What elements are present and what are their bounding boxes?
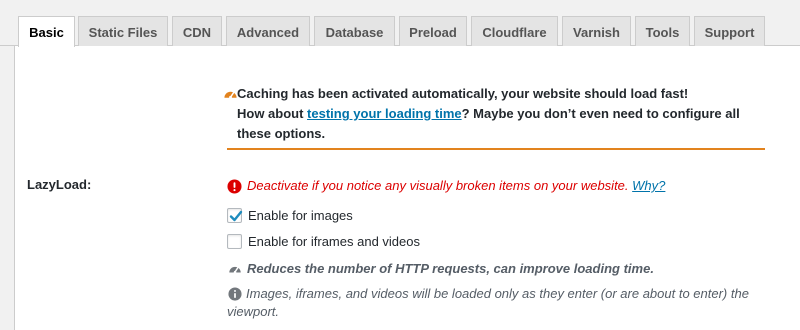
tab-label: Varnish [573, 24, 620, 40]
notice-line-3: these options. [237, 126, 326, 141]
tab-label: Static Files [88, 24, 158, 40]
notice-line-2-suffix: ? Maybe you don’t even need to configure… [461, 106, 740, 121]
notice-line-1: Caching has been activated automatically… [237, 86, 689, 101]
enable-images-checkbox[interactable] [227, 208, 243, 223]
testing-loading-time-link[interactable]: testing your loading time [307, 106, 462, 121]
settings-panel: Caching has been activated automatically… [14, 46, 800, 330]
notice-line-2-prefix: How about [237, 106, 308, 121]
enable-iframes-checkbox[interactable] [227, 234, 242, 249]
tab-tools[interactable]: Tools [635, 16, 690, 47]
lazyload-label: LazyLoad: [27, 177, 92, 192]
warning-text: Deactivate if you notice any visually br… [247, 178, 629, 193]
tab-bar: Basic Static Files CDN Advanced Database… [0, 0, 800, 47]
lazyload-warning: Deactivate if you notice any visually br… [247, 178, 665, 193]
tab-cdn[interactable]: CDN [172, 16, 222, 47]
notice-line-2: How about testing your loading time? May… [237, 104, 765, 124]
tab-varnish[interactable]: Varnish [562, 16, 631, 47]
tab-label: Advanced [236, 24, 300, 40]
tab-label: Basic [29, 24, 64, 40]
tab-label: Tools [645, 24, 680, 40]
benefit-text: Reduces the number of HTTP requests, can… [247, 261, 654, 276]
warning-icon [227, 179, 242, 194]
speedometer-icon [224, 91, 237, 99]
tab-advanced[interactable]: Advanced [226, 16, 310, 47]
why-link[interactable]: Why? [632, 178, 665, 193]
checkmark-icon [229, 210, 243, 222]
tab-static-files[interactable]: Static Files [78, 16, 168, 47]
activation-notice: Caching has been activated automatically… [237, 84, 765, 144]
tab-label: Preload [409, 24, 457, 40]
speedometer-icon [229, 266, 241, 274]
tab-basic[interactable]: Basic [18, 16, 75, 47]
enable-iframes-label[interactable]: Enable for iframes and videos [248, 234, 420, 249]
tab-label: Database [325, 24, 384, 40]
tab-cloudflare[interactable]: Cloudflare [471, 16, 558, 47]
lazyload-info-text: Images, iframes, and videos will be load… [227, 286, 749, 319]
notice-divider [227, 148, 765, 150]
tab-support[interactable]: Support [694, 16, 765, 47]
tab-label: Support [704, 24, 755, 40]
tab-label: Cloudflare [482, 24, 547, 40]
tab-preload[interactable]: Preload [399, 16, 467, 47]
tab-label: CDN [182, 24, 212, 40]
enable-images-label[interactable]: Enable for images [248, 208, 353, 223]
tab-database[interactable]: Database [314, 16, 395, 47]
